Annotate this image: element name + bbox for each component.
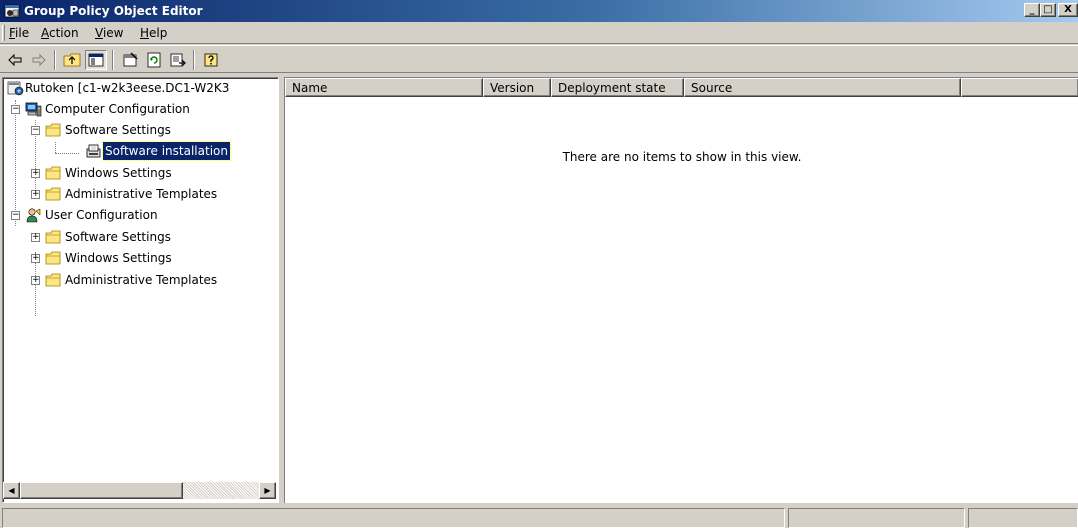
expand-icon[interactable]: + xyxy=(31,169,40,178)
properties-icon xyxy=(123,52,138,67)
software-installation-icon xyxy=(86,144,101,158)
toolbar-separator xyxy=(112,50,114,70)
folder-icon xyxy=(45,187,61,201)
forward-icon xyxy=(32,53,46,67)
menu-bar-grip xyxy=(2,25,5,41)
expand-icon[interactable]: + xyxy=(31,254,40,263)
menu-help[interactable]: Help xyxy=(140,26,167,40)
menu-help-label: elp xyxy=(149,26,168,40)
show-hide-console-tree-icon xyxy=(88,53,104,67)
window-title: Group Policy Object Editor xyxy=(24,4,203,18)
menu-file[interactable]: File xyxy=(9,26,29,40)
tree-item-software-installation-label: Software installation xyxy=(102,141,231,161)
tree-item-uc-windows-settings-label: Windows Settings xyxy=(65,251,172,265)
column-header-name[interactable]: Name xyxy=(285,78,483,97)
scroll-left-button[interactable]: ◀ xyxy=(3,482,20,499)
tree-item-user-configuration[interactable]: − User Configuration xyxy=(5,205,277,226)
user-icon xyxy=(26,208,41,223)
maximize-button[interactable]: □ xyxy=(1040,3,1056,17)
folder-icon xyxy=(45,273,61,287)
close-button[interactable]: X xyxy=(1058,3,1078,17)
tree-item-root[interactable]: Rutoken [c1-w2k3eese.DC1-W2K3 xyxy=(5,78,277,99)
collapse-icon[interactable]: − xyxy=(11,211,20,220)
tree-item-cc-windows-settings-label: Windows Settings xyxy=(65,166,172,180)
folder-icon xyxy=(45,166,61,180)
back-icon xyxy=(8,53,22,67)
menu-view-accel: V xyxy=(95,26,103,40)
tree-item-cc-software-settings-label: Software Settings xyxy=(65,123,171,137)
tree-item-user-configuration-label: User Configuration xyxy=(45,208,158,222)
expand-icon[interactable]: + xyxy=(31,190,40,199)
toolbar xyxy=(0,45,1078,73)
menu-bar: File Action View Help xyxy=(0,22,1078,44)
tree-item-cc-administrative-templates-label: Administrative Templates xyxy=(65,187,218,201)
tree-item-cc-software-settings[interactable]: − Software Settings xyxy=(5,120,277,141)
tree-item-root-label: Rutoken [c1-w2k3eese.DC1-W2K3 xyxy=(25,81,230,95)
collapse-icon[interactable]: − xyxy=(31,126,40,135)
group-policy-object-icon xyxy=(7,81,24,96)
help-button[interactable] xyxy=(200,50,222,70)
scrollbar-thumb[interactable] xyxy=(20,482,183,499)
folder-icon xyxy=(45,123,61,137)
status-bar xyxy=(0,506,1078,528)
column-header-source[interactable]: Source xyxy=(684,78,961,97)
show-hide-console-tree-button[interactable] xyxy=(85,50,107,70)
up-one-level-icon xyxy=(63,53,81,67)
expand-icon[interactable]: + xyxy=(31,276,40,285)
tree-item-uc-administrative-templates-label: Administrative Templates xyxy=(65,273,218,287)
title-bar[interactable]: Group Policy Object Editor _ □ X xyxy=(0,0,1078,22)
status-panel-secondary xyxy=(788,508,965,528)
tree-item-uc-software-settings-label: Software Settings xyxy=(65,230,171,244)
details-list[interactable]: Name Version Deployment state Source The… xyxy=(284,77,1078,503)
tree-item-computer-configuration-label: Computer Configuration xyxy=(45,102,190,116)
empty-list-message: There are no items to show in this view. xyxy=(562,150,802,164)
help-icon xyxy=(204,53,218,67)
column-header-deployment-state[interactable]: Deployment state xyxy=(551,78,684,97)
folder-icon xyxy=(45,230,61,244)
forward-button[interactable] xyxy=(28,50,50,70)
tree-item-uc-administrative-templates[interactable]: + Administrative Templates xyxy=(5,270,277,291)
column-header-empty xyxy=(961,78,1078,97)
refresh-button[interactable] xyxy=(143,50,165,70)
collapse-icon[interactable]: − xyxy=(11,105,20,114)
tree-item-software-installation[interactable]: Software installation xyxy=(5,141,277,162)
group-policy-app-icon xyxy=(4,4,20,18)
refresh-icon xyxy=(147,52,161,68)
toolbar-separator xyxy=(54,50,56,70)
computer-icon xyxy=(25,102,42,117)
menu-view[interactable]: View xyxy=(95,26,123,40)
status-panel-tertiary xyxy=(968,508,1078,528)
tree-item-cc-administrative-templates[interactable]: + Administrative Templates xyxy=(5,184,277,205)
menu-view-label: iew xyxy=(102,26,124,40)
menu-file-label: ile xyxy=(15,26,30,40)
expand-icon[interactable]: + xyxy=(31,233,40,242)
back-button[interactable] xyxy=(4,50,26,70)
folder-icon xyxy=(45,251,61,265)
menu-action-accel: A xyxy=(41,26,49,40)
up-one-level-button[interactable] xyxy=(61,50,83,70)
minimize-button[interactable]: _ xyxy=(1024,3,1040,17)
list-header: Name Version Deployment state Source xyxy=(285,78,1078,97)
menu-help-accel: H xyxy=(140,26,150,40)
status-panel-main xyxy=(2,508,785,528)
console-tree[interactable]: Rutoken [c1-w2k3eese.DC1-W2K3 − Computer… xyxy=(2,77,279,503)
group-policy-editor-window: Group Policy Object Editor _ □ X File Ac… xyxy=(0,0,1078,528)
tree-item-uc-windows-settings[interactable]: + Windows Settings xyxy=(5,248,277,269)
export-list-button[interactable] xyxy=(167,50,189,70)
tree-item-uc-software-settings[interactable]: + Software Settings xyxy=(5,227,277,248)
properties-button[interactable] xyxy=(119,50,141,70)
tree-item-computer-configuration[interactable]: − Computer Configuration xyxy=(5,99,277,120)
tree-horizontal-scrollbar[interactable]: ◀ ▶ xyxy=(3,482,276,499)
toolbar-separator xyxy=(193,50,195,70)
tree-item-cc-windows-settings[interactable]: + Windows Settings xyxy=(5,163,277,184)
menu-action[interactable]: Action xyxy=(41,26,79,40)
menu-action-label: ction xyxy=(49,26,79,40)
scroll-right-button[interactable]: ▶ xyxy=(259,482,276,499)
export-list-icon xyxy=(170,53,186,67)
column-header-version[interactable]: Version xyxy=(483,78,551,97)
